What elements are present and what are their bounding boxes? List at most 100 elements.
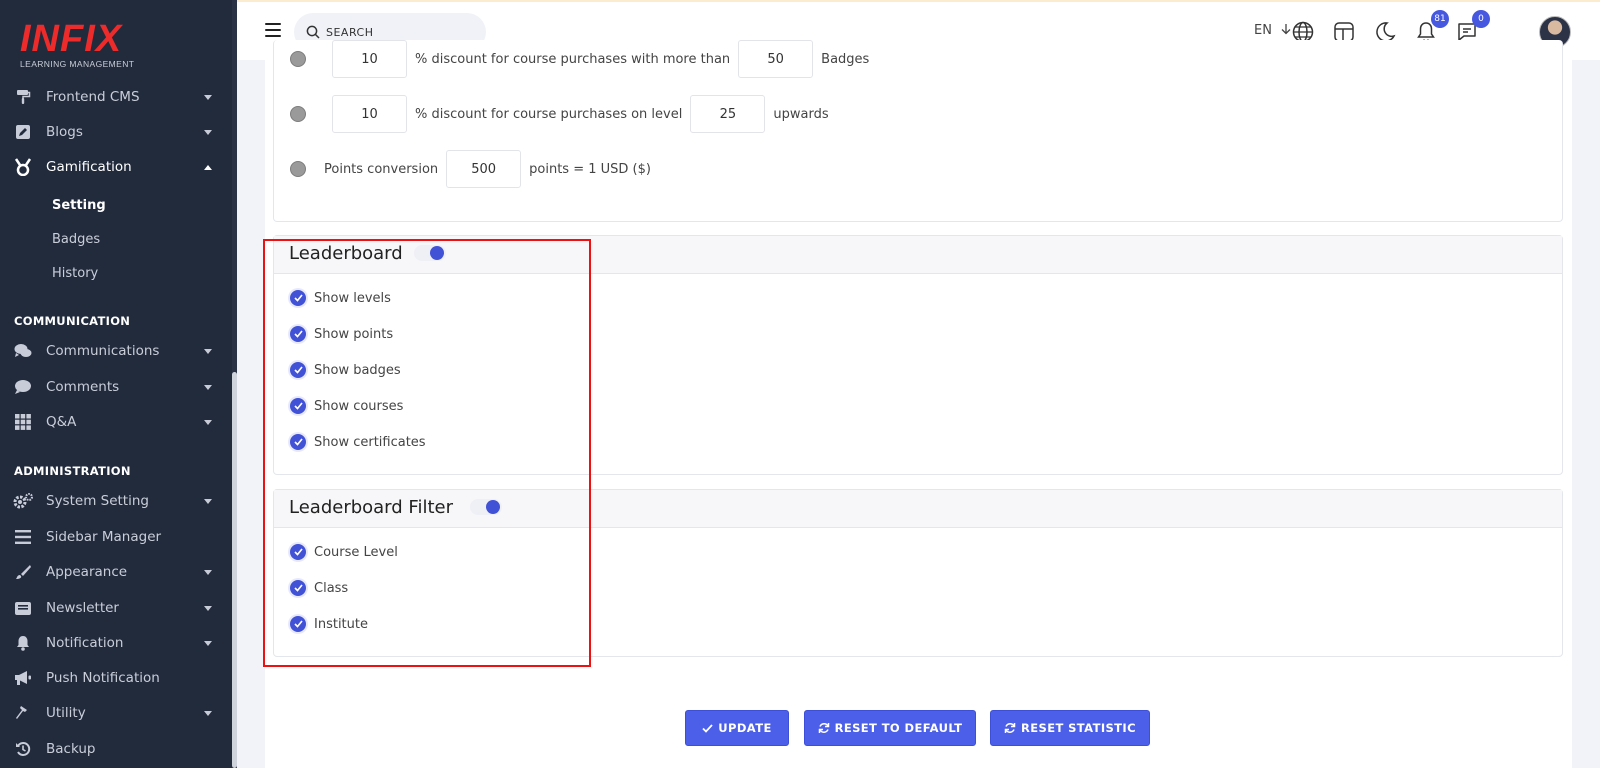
discount-level-radio[interactable] xyxy=(290,106,306,122)
update-button-label: UPDATE xyxy=(718,721,772,735)
sidebar-section-communication: COMMUNICATION xyxy=(14,314,131,328)
check-circle-icon xyxy=(290,434,306,450)
leaderboard-card-header: Leaderboard xyxy=(274,236,1562,274)
leaderboard-option-show-levels[interactable]: Show levels xyxy=(290,290,391,306)
brush-icon xyxy=(13,562,33,582)
leaderboard-option-show-courses[interactable]: Show courses xyxy=(290,398,403,414)
sidebar-section-administration: ADMINISTRATION xyxy=(14,464,131,478)
discount-badges-count-input[interactable]: 50 xyxy=(738,40,814,78)
discount-row-badges: 10 % discount for course purchases with … xyxy=(290,40,869,78)
check-circle-icon xyxy=(290,580,306,596)
sidebar-item-label: Gamification xyxy=(46,159,132,175)
leaderboard-filter-toggle[interactable] xyxy=(470,499,502,515)
megaphone-icon xyxy=(13,668,33,688)
chevron-down-icon xyxy=(204,569,212,575)
leaderboard-toggle[interactable] xyxy=(414,245,446,261)
sidebar-item-label: Sidebar Manager xyxy=(46,529,162,545)
leaderboard-card: Leaderboard Show levels Show points Show… xyxy=(273,235,1563,475)
chevron-down-icon xyxy=(204,384,212,390)
discount-level-percent-input[interactable]: 10 xyxy=(332,95,407,133)
sidebar-item-label: Communications xyxy=(46,343,160,359)
sidebar-item-appearance[interactable]: Appearance xyxy=(0,555,232,589)
sidebar: INFIX LEARNING MANAGEMENT Frontend CMS B… xyxy=(0,0,237,768)
envelope-open-icon xyxy=(13,598,33,618)
sidebar-item-push-notification[interactable]: Push Notification xyxy=(0,661,232,695)
sidebar-item-qa[interactable]: Q&A xyxy=(0,405,232,439)
sidebar-scrollbar-thumb[interactable] xyxy=(232,372,237,768)
sidebar-item-system-setting[interactable]: System Setting xyxy=(0,484,232,518)
discount-badges-percent-input[interactable]: 10 xyxy=(332,40,407,78)
sidebar-item-label: Comments xyxy=(46,379,120,395)
sidebar-item-gamification[interactable]: Gamification xyxy=(0,150,232,184)
check-icon xyxy=(702,723,713,733)
sidebar-item-label: System Setting xyxy=(46,493,149,509)
leaderboard-filter-title: Leaderboard Filter xyxy=(289,497,453,518)
chevron-down-icon xyxy=(204,710,212,716)
leaderboard-option-show-badges[interactable]: Show badges xyxy=(290,362,401,378)
filter-option-class[interactable]: Class xyxy=(290,580,348,596)
sidebar-item-newsletter[interactable]: Newsletter xyxy=(0,591,232,625)
filter-option-course-level[interactable]: Course Level xyxy=(290,544,398,560)
points-conversion-row: Points conversion 500 points = 1 USD ($) xyxy=(290,150,651,188)
app-logo[interactable]: INFIX LEARNING MANAGEMENT xyxy=(20,20,140,72)
update-button[interactable]: UPDATE xyxy=(685,710,789,746)
sidebar-item-blogs[interactable]: Blogs xyxy=(0,115,232,149)
bars-icon xyxy=(13,527,33,547)
option-label: Show courses xyxy=(314,398,404,414)
check-circle-icon xyxy=(290,326,306,342)
discount-badges-radio[interactable] xyxy=(290,51,306,67)
sidebar-item-sidebar-manager[interactable]: Sidebar Manager xyxy=(0,520,232,554)
option-label: Show levels xyxy=(314,290,391,306)
leaderboard-option-show-points[interactable]: Show points xyxy=(290,326,393,342)
check-circle-icon xyxy=(290,362,306,378)
chevron-down-icon xyxy=(204,605,212,611)
language-selector[interactable]: EN xyxy=(1254,23,1292,38)
check-circle-icon xyxy=(290,544,306,560)
points-conversion-radio[interactable] xyxy=(290,161,306,177)
message-count-badge: 0 xyxy=(1472,10,1490,28)
sidebar-subitem-setting[interactable]: Setting xyxy=(52,198,106,213)
sidebar-subitem-badges[interactable]: Badges xyxy=(52,232,100,247)
points-conversion-input[interactable]: 500 xyxy=(446,150,522,188)
check-circle-icon xyxy=(290,290,306,306)
logo-subtitle: LEARNING MANAGEMENT xyxy=(20,59,135,69)
discount-row-level: 10 % discount for course purchases on le… xyxy=(290,95,829,133)
points-conversion-suffix: points = 1 USD ($) xyxy=(529,161,651,177)
leaderboard-option-show-certificates[interactable]: Show certificates xyxy=(290,434,426,450)
discount-level-text: % discount for course purchases on level xyxy=(415,106,683,122)
reset-default-label: RESET TO DEFAULT xyxy=(834,721,963,735)
sidebar-item-label: Blogs xyxy=(46,124,83,140)
leaderboard-filter-card: Leaderboard Filter Course Level Class In… xyxy=(273,489,1563,657)
language-label: EN xyxy=(1254,23,1272,38)
sync-icon xyxy=(818,723,829,733)
gears-icon xyxy=(13,491,33,511)
sidebar-item-label: Newsletter xyxy=(46,600,119,616)
sidebar-item-communications[interactable]: Communications xyxy=(0,334,232,368)
chevron-down-icon xyxy=(204,94,212,100)
discount-badges-text: % discount for course purchases with mor… xyxy=(415,51,731,67)
option-label: Class xyxy=(314,580,349,596)
filter-option-institute[interactable]: Institute xyxy=(290,616,368,632)
sidebar-item-comments[interactable]: Comments xyxy=(0,370,232,404)
points-conversion-label: Points conversion xyxy=(324,161,439,177)
discount-level-input[interactable]: 25 xyxy=(690,95,766,133)
sidebar-item-label: Appearance xyxy=(46,564,128,580)
reset-statistic-button[interactable]: RESET STATISTIC xyxy=(990,710,1150,746)
menu-toggle-icon[interactable] xyxy=(265,23,281,37)
option-label: Show points xyxy=(314,326,394,342)
sidebar-item-utility[interactable]: Utility xyxy=(0,696,232,730)
grid-icon xyxy=(13,412,33,432)
sidebar-item-backup[interactable]: Backup xyxy=(0,732,232,766)
chevron-down-icon xyxy=(204,348,212,354)
sidebar-item-frontend-cms[interactable]: Frontend CMS xyxy=(0,80,232,114)
discount-badges-suffix: Badges xyxy=(821,51,870,67)
leaderboard-filter-card-header: Leaderboard Filter xyxy=(274,490,1562,528)
sidebar-item-notification[interactable]: Notification xyxy=(0,626,232,660)
bell-icon xyxy=(13,633,33,653)
notification-count-badge: 81 xyxy=(1431,10,1449,28)
sidebar-subitem-history[interactable]: History xyxy=(52,266,98,281)
sync-icon xyxy=(1004,723,1016,733)
reset-to-default-button[interactable]: RESET TO DEFAULT xyxy=(804,710,976,746)
chat-bubbles-icon xyxy=(13,341,33,361)
chevron-down-icon xyxy=(204,129,212,135)
